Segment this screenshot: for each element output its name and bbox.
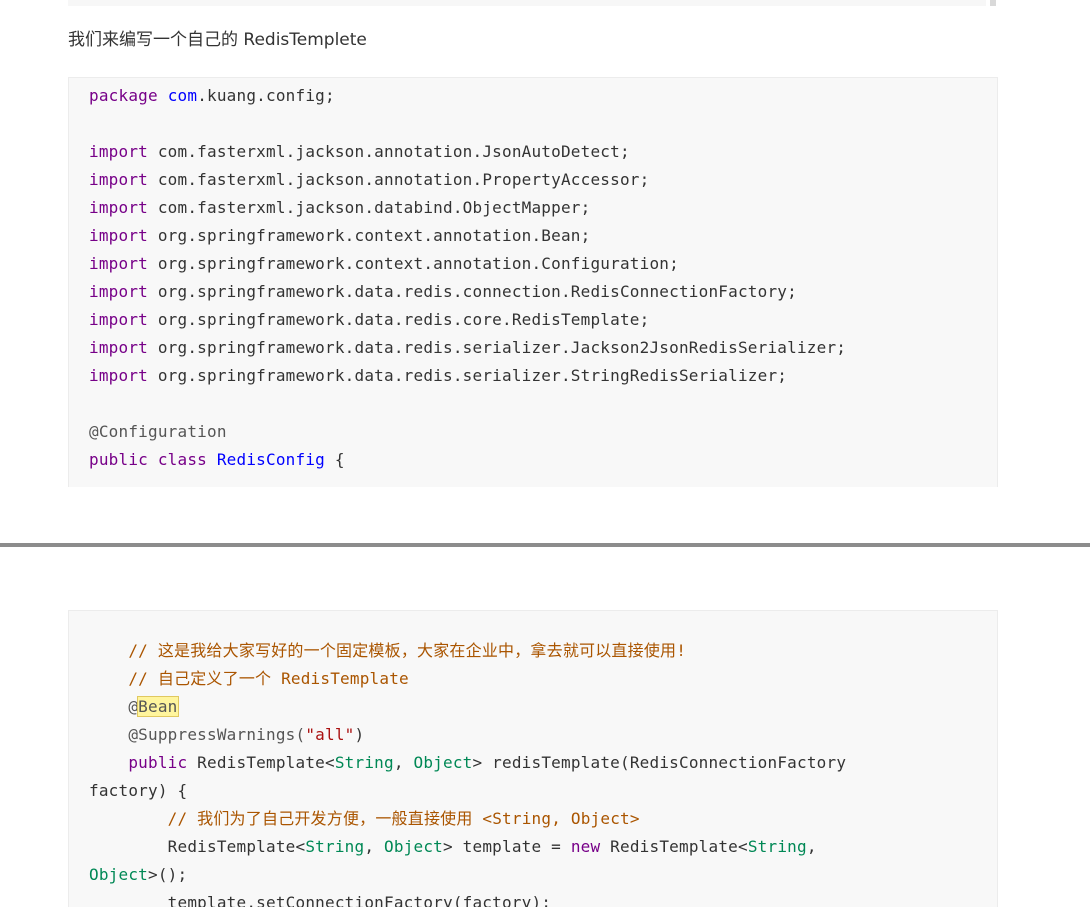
code-line-import: import com.fasterxml.jackson.annotation.… <box>89 138 630 166</box>
comma: , <box>806 837 817 856</box>
annotation-at: @ <box>89 697 139 716</box>
type-string: String <box>747 837 807 856</box>
keyword: import <box>89 170 148 189</box>
package-rest: .kuang.config; <box>197 86 335 105</box>
comma: , <box>364 837 384 856</box>
class-name: RedisConfig <box>216 450 325 469</box>
code-line-annotation: @Configuration <box>89 418 227 446</box>
import-path: org.springframework.data.redis.serialize… <box>148 366 788 385</box>
keyword: import <box>89 310 148 329</box>
code-line-comment: // 这是我给大家写好的一个固定模板，大家在企业中，拿去就可以直接使用! <box>89 637 686 665</box>
keyword: import <box>89 282 148 301</box>
code-line-package: package com.kuang.config; <box>89 82 335 110</box>
code-line-import: import org.springframework.context.annot… <box>89 222 590 250</box>
constructor: RedisTemplate< <box>600 837 748 856</box>
type-object: Object <box>413 753 473 772</box>
package-com: com <box>167 86 198 105</box>
code-line-import: import org.springframework.context.annot… <box>89 250 679 278</box>
code-line-method-decl: public RedisTemplate<String, Object> red… <box>89 749 846 777</box>
import-path: org.springframework.data.redis.serialize… <box>148 338 847 357</box>
code-line-import: import org.springframework.data.redis.co… <box>89 278 797 306</box>
import-path: org.springframework.context.annotation.B… <box>148 226 591 245</box>
keyword: public class <box>89 450 217 469</box>
code-line-import: import org.springframework.data.redis.co… <box>89 306 649 334</box>
code-line-template-end: Object>(); <box>89 861 187 889</box>
code-block-config: package com.kuang.config; import com.fas… <box>68 77 998 487</box>
keyword: package <box>89 86 158 105</box>
comment: // 我们为了自己开发方便，一般直接使用 <String, Object> <box>89 809 640 828</box>
keyword: import <box>89 338 148 357</box>
keyword: public <box>89 753 188 772</box>
scrollbar-stub[interactable] <box>990 0 996 6</box>
template-type: RedisTemplate< <box>89 837 306 856</box>
keyword: import <box>89 142 148 161</box>
code-line-set-factory: template.setConnectionFactory(factory); <box>89 889 551 907</box>
import-path: com.fasterxml.jackson.annotation.JsonAut… <box>148 142 630 161</box>
code-block-template: // 这是我给大家写好的一个固定模板，大家在企业中，拿去就可以直接使用! // … <box>68 610 998 907</box>
code-line-comment: // 我们为了自己开发方便，一般直接使用 <String, Object> <box>89 805 640 833</box>
param: factory) { <box>89 781 188 800</box>
constructor-end: >(); <box>148 865 188 884</box>
paren: ) <box>354 725 365 744</box>
comma: , <box>393 753 414 772</box>
annotation: @Configuration <box>89 422 227 441</box>
string-literal: "all" <box>305 725 355 744</box>
comment: // 这是我给大家写好的一个固定模板，大家在企业中，拿去就可以直接使用! <box>89 641 687 660</box>
code-line-template-decl: RedisTemplate<String, Object> template =… <box>89 833 817 861</box>
code-line-import: import com.fasterxml.jackson.annotation.… <box>89 166 649 194</box>
keyword-new: new <box>570 837 601 856</box>
code-line-bean: @Bean <box>89 693 179 721</box>
import-path: com.fasterxml.jackson.annotation.Propert… <box>148 170 650 189</box>
return-type: RedisTemplate< <box>187 753 335 772</box>
import-path: org.springframework.data.redis.connectio… <box>148 282 797 301</box>
type-object: Object <box>89 865 148 884</box>
brace: { <box>325 450 345 469</box>
bean-highlight: Bean <box>137 696 179 717</box>
code-line-method-params: factory) { <box>89 777 187 805</box>
code-line-import: import com.fasterxml.jackson.databind.Ob… <box>89 194 590 222</box>
import-path: org.springframework.data.redis.core.Redi… <box>148 310 650 329</box>
assignment: > template = <box>443 837 571 856</box>
type-string: String <box>334 753 394 772</box>
comment: // 自己定义了一个 RedisTemplate <box>89 669 409 688</box>
statement: template.setConnectionFactory(factory); <box>89 893 552 907</box>
type-string: String <box>305 837 365 856</box>
annotation: @SuppressWarnings( <box>89 725 306 744</box>
import-path: org.springframework.context.annotation.C… <box>148 254 679 273</box>
code-line-suppress: @SuppressWarnings("all") <box>89 721 364 749</box>
keyword: import <box>89 254 148 273</box>
code-line-class-decl: public class RedisConfig { <box>89 446 345 474</box>
code-line-import: import org.springframework.data.redis.se… <box>89 334 846 362</box>
code-line-comment: // 自己定义了一个 RedisTemplate <box>89 665 409 693</box>
keyword: import <box>89 198 148 217</box>
keyword: import <box>89 226 148 245</box>
method-signature: > redisTemplate(RedisConnectionFactory <box>472 753 847 772</box>
top-rule <box>68 0 996 6</box>
intro-text: 我们来编写一个自己的 RedisTemplete <box>68 30 367 50</box>
import-path: com.fasterxml.jackson.databind.ObjectMap… <box>148 198 591 217</box>
keyword: import <box>89 366 148 385</box>
code-line-import: import org.springframework.data.redis.se… <box>89 362 787 390</box>
type-object: Object <box>384 837 443 856</box>
screenshot-divider <box>0 543 1090 547</box>
